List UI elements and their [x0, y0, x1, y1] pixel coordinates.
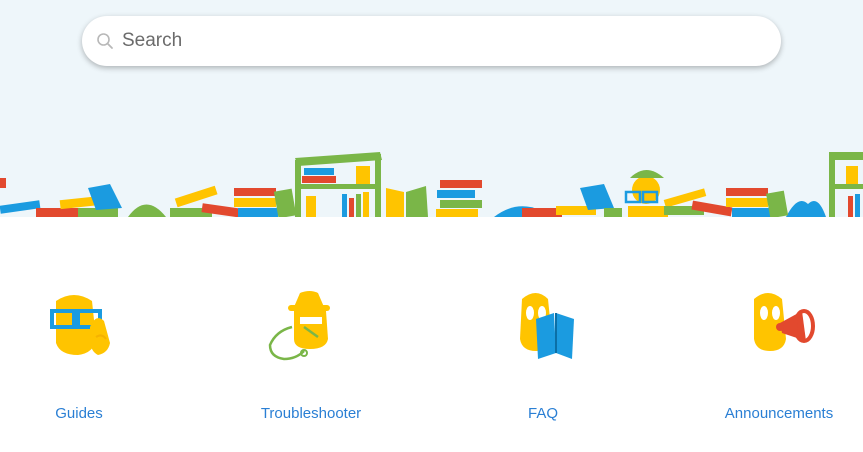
books-illustration — [0, 152, 863, 217]
search-icon — [97, 33, 113, 49]
mascot-book-icon — [520, 293, 574, 359]
category-label[interactable]: Troubleshooter — [221, 405, 401, 422]
category-guides[interactable]: Guides — [0, 287, 169, 427]
category-troubleshooter[interactable]: Troubleshooter — [221, 287, 401, 427]
category-label[interactable]: Announcements — [689, 405, 863, 422]
search-bar[interactable] — [82, 16, 781, 66]
category-label[interactable]: Guides — [0, 405, 169, 422]
mascot-megaphone-icon — [754, 293, 815, 351]
mascot-detective-icon — [268, 291, 330, 361]
mascot-glasses-icon — [50, 295, 110, 355]
search-input[interactable] — [122, 26, 742, 56]
category-announcements[interactable]: Announcements — [689, 287, 863, 427]
category-label[interactable]: FAQ — [453, 405, 633, 422]
hero-banner — [0, 0, 863, 217]
category-faq[interactable]: FAQ — [453, 287, 633, 427]
category-row: Guides Troubleshooter FAQ Announcements — [0, 217, 863, 452]
